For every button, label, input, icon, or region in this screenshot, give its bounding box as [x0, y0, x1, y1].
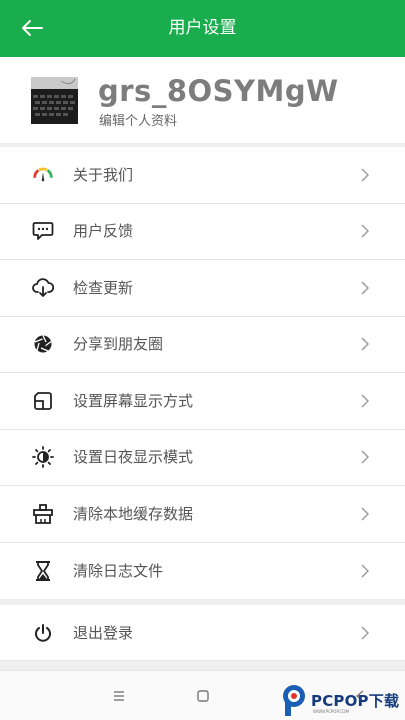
avatar[interactable] — [31, 77, 78, 124]
menu-item-label: 用户反馈 — [73, 222, 134, 241]
menu-item-label: 关于我们 — [73, 165, 134, 184]
username: grs_8OSYMgW — [98, 74, 339, 108]
brightness-icon — [32, 446, 54, 469]
menu-item-label: 清除日志文件 — [73, 561, 164, 580]
screen-display-icon — [32, 390, 54, 412]
settings-screen: 用户设置 grs_8OSYMgW 编辑个人资料 关于我们 用户反馈 检查更新 分… — [0, 0, 405, 720]
chevron-right-icon — [361, 564, 369, 578]
chevron-right-icon — [361, 450, 369, 464]
chevron-right-icon — [361, 337, 369, 351]
chevron-right-icon — [361, 281, 369, 295]
chevron-right-icon — [361, 168, 369, 182]
power-icon — [32, 622, 54, 644]
chat-bubble-icon — [32, 220, 54, 242]
menu-item-day-night-mode[interactable]: 设置日夜显示模式 — [0, 429, 405, 486]
chevron-right-icon — [361, 394, 369, 408]
menu-item-share-moments[interactable]: 分享到朋友圈 — [0, 316, 405, 373]
chevron-right-icon — [361, 626, 369, 639]
menu-item-check-update[interactable]: 检查更新 — [0, 260, 405, 317]
menu-item-feedback[interactable]: 用户反馈 — [0, 203, 405, 260]
gauge-icon — [32, 164, 54, 186]
watermark-text: PCPOP下载 — [311, 692, 400, 710]
pcpop-logo-icon — [283, 685, 305, 716]
hourglass-icon — [32, 560, 54, 582]
logout-label: 退出登录 — [73, 623, 134, 642]
settings-menu: 关于我们 用户反馈 检查更新 分享到朋友圈 设置屏幕显示方式 设置日夜显示模式 … — [0, 147, 405, 599]
chevron-right-icon — [361, 507, 369, 521]
menu-item-clear-logs[interactable]: 清除日志文件 — [0, 542, 405, 599]
menu-icon[interactable] — [109, 686, 129, 706]
header-bar: 用户设置 — [0, 0, 405, 57]
menu-item-label: 分享到朋友圈 — [73, 335, 164, 354]
profile-card[interactable]: grs_8OSYMgW 编辑个人资料 — [0, 57, 405, 143]
menu-item-about[interactable]: 关于我们 — [0, 147, 405, 204]
aperture-icon — [32, 333, 54, 355]
menu-item-label: 设置日夜显示模式 — [73, 448, 194, 467]
watermark-subtext: WWW.PCPOP.COM — [313, 709, 349, 714]
chevron-right-icon — [361, 224, 369, 238]
clear-cache-icon — [32, 503, 54, 525]
edit-profile-link[interactable]: 编辑个人资料 — [99, 113, 177, 131]
cloud-download-icon — [32, 277, 54, 299]
home-icon[interactable] — [193, 686, 213, 706]
logout-button[interactable]: 退出登录 — [0, 605, 405, 661]
menu-item-label: 设置屏幕显示方式 — [73, 391, 194, 410]
page-title: 用户设置 — [168, 18, 237, 38]
menu-item-label: 清除本地缓存数据 — [73, 504, 194, 523]
menu-item-screen-display[interactable]: 设置屏幕显示方式 — [0, 373, 405, 430]
menu-item-clear-cache[interactable]: 清除本地缓存数据 — [0, 486, 405, 543]
watermark-logo: PCPOP下载 WWW.PCPOP.COM — [279, 682, 405, 718]
menu-item-label: 检查更新 — [73, 278, 134, 297]
